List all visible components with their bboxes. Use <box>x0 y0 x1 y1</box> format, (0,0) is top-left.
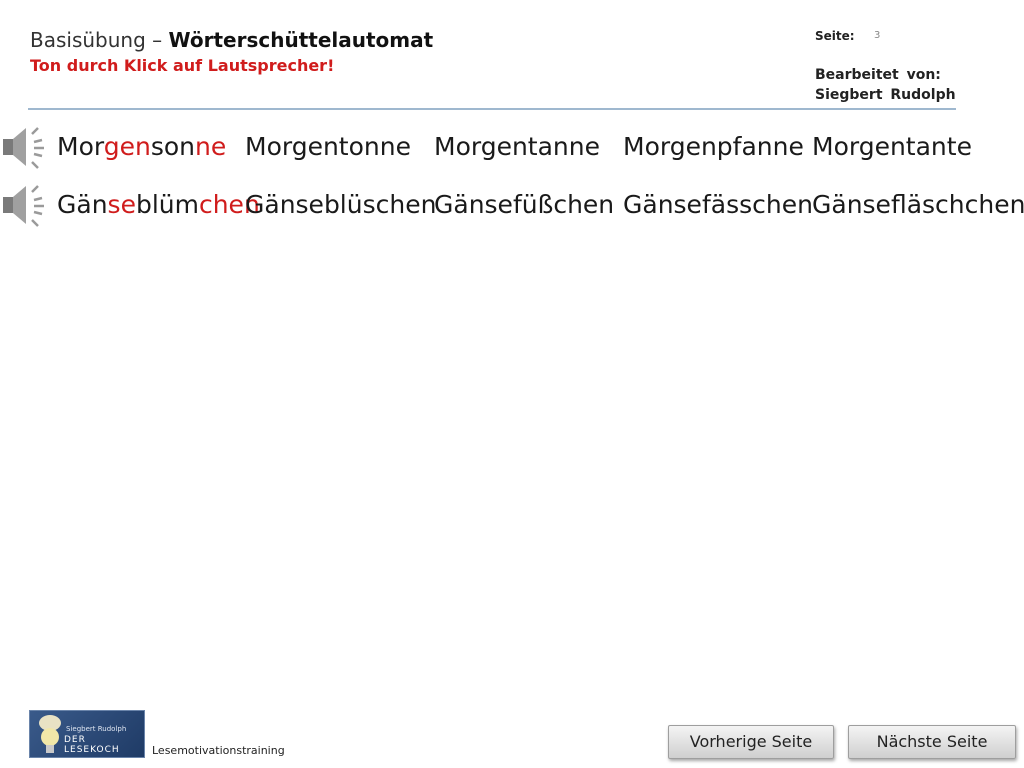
logo-author: Siegbert Rudolph <box>66 725 127 733</box>
word-segment: ne <box>195 132 227 161</box>
word-1-2[interactable]: Gänsefüßchen <box>434 190 614 219</box>
speaker-icon[interactable] <box>0 180 52 230</box>
word-0-0[interactable]: Morgensonne <box>57 132 226 161</box>
footer-label: Lesemotivationstraining <box>152 744 285 757</box>
word-0-2[interactable]: Morgentanne <box>434 132 600 161</box>
word-1-0[interactable]: Gänseblümchen <box>57 190 260 219</box>
word-segment: blüm <box>135 190 199 219</box>
word-segment: se <box>107 190 136 219</box>
previous-page-button[interactable]: Vorherige Seite <box>668 725 834 759</box>
page-number: 3 <box>874 30 881 41</box>
word-segment: Mor <box>57 132 104 161</box>
title-prefix: Basisübung – <box>30 28 169 52</box>
word-segment: Morgenpfanne <box>623 132 804 161</box>
word-segment: Morgentante <box>812 132 972 161</box>
word-1-4[interactable]: Gänsefläschchen <box>812 190 1024 219</box>
word-segment: Gänseblüschen <box>245 190 437 219</box>
title-main: Wörterschüttelautomat <box>168 28 434 52</box>
speaker-icon[interactable] <box>0 122 52 172</box>
page-label: Seite: <box>815 29 855 43</box>
word-segment: Morgentonne <box>245 132 411 161</box>
word-segment: son <box>150 132 195 161</box>
header-divider <box>28 108 956 110</box>
lesekoch-logo: Siegbert Rudolph DER LESEKOCH <box>29 710 145 758</box>
editor-name: Siegbert Rudolph <box>815 87 956 103</box>
word-segment: Morgentanne <box>434 132 600 161</box>
word-segment: gen <box>103 132 151 161</box>
instruction-text: Ton durch Klick auf Lautsprecher! <box>30 56 335 75</box>
word-1-1[interactable]: Gänseblüschen <box>245 190 436 219</box>
word-0-1[interactable]: Morgentonne <box>245 132 411 161</box>
word-segment: Gänsefüßchen <box>434 190 615 219</box>
word-0-3[interactable]: Morgenpfanne <box>623 132 804 161</box>
word-segment: Gänsefässchen <box>623 190 813 219</box>
editor-label: Bearbeitet von: <box>815 67 941 83</box>
next-page-button[interactable]: Nächste Seite <box>848 725 1016 759</box>
word-segment: Gänsefläschchen <box>812 190 1024 219</box>
logo-brand: DER LESEKOCH <box>64 735 120 755</box>
word-1-3[interactable]: Gänsefässchen <box>623 190 813 219</box>
word-segment: Gän <box>57 190 108 219</box>
page-title: Basisübung – Wörterschüttelautomat <box>30 28 433 52</box>
word-0-4[interactable]: Morgentante <box>812 132 972 161</box>
